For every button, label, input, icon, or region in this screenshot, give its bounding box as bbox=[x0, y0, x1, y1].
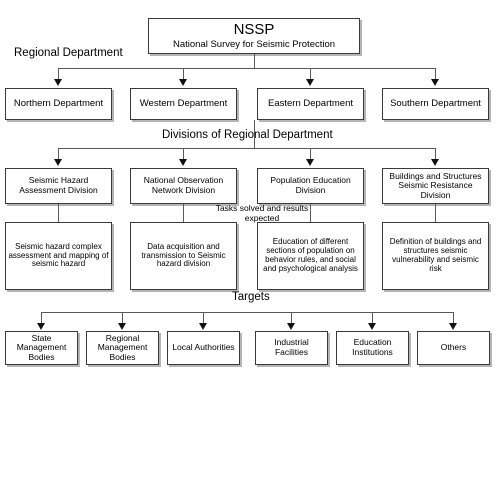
arrowhead-target-2 bbox=[118, 323, 126, 330]
department-node-western[interactable]: Western Department bbox=[130, 88, 237, 120]
org-chart-canvas: NSSP National Survey for Seismic Protect… bbox=[0, 0, 500, 500]
arrowhead-dept-3 bbox=[306, 79, 314, 86]
arrowhead-target-5 bbox=[368, 323, 376, 330]
target-label: Education Institutions bbox=[352, 337, 393, 357]
department-node-southern[interactable]: Southern Department bbox=[382, 88, 489, 120]
connector-targets-bus bbox=[41, 312, 454, 313]
root-subtitle: National Survey for Seismic Protection bbox=[172, 38, 336, 50]
target-node-industrial-facilities[interactable]: Industrial Facilities bbox=[255, 331, 328, 365]
task-label: Education of different sections of popul… bbox=[263, 237, 358, 273]
department-node-eastern[interactable]: Eastern Department bbox=[257, 88, 364, 120]
division-node-buildings-structures-seismic-resistance[interactable]: Buildings and Structures Seismic Resista… bbox=[382, 168, 489, 204]
connector-division-task-3 bbox=[310, 204, 311, 222]
department-node-northern[interactable]: Northern Department bbox=[5, 88, 112, 120]
division-node-national-observation-network[interactable]: National Observation Network Division bbox=[130, 168, 237, 204]
connector-divisions-bus bbox=[58, 148, 435, 149]
arrowhead-division-3 bbox=[306, 159, 314, 166]
division-label: Seismic Hazard Assessment Division bbox=[19, 175, 98, 195]
arrowhead-division-4 bbox=[431, 159, 439, 166]
target-label: Local Authorities bbox=[172, 342, 235, 353]
task-node-seismic-hazard-assessment[interactable]: Seismic hazard complex assessment and ma… bbox=[5, 222, 112, 290]
connector-division-task-2 bbox=[183, 204, 184, 222]
task-label: Data acquisition and transmission to Sei… bbox=[141, 241, 226, 269]
arrowhead-dept-1 bbox=[54, 79, 62, 86]
section-label-targets: Targets bbox=[232, 291, 270, 303]
target-node-local-authorities[interactable]: Local Authorities bbox=[167, 331, 240, 365]
target-label: State Management Bodies bbox=[16, 332, 67, 362]
division-label: Buildings and Structures Seismic Resista… bbox=[389, 170, 482, 200]
department-label: Eastern Department bbox=[267, 97, 353, 109]
arrowhead-division-2 bbox=[179, 159, 187, 166]
target-label: Industrial Facilities bbox=[274, 337, 309, 357]
task-label: Definition of buildings and structures s… bbox=[389, 237, 482, 273]
department-label: Southern Department bbox=[390, 97, 481, 109]
task-label: Seismic hazard complex assessment and ma… bbox=[8, 241, 109, 269]
task-node-data-acquisition[interactable]: Data acquisition and transmission to Sei… bbox=[130, 222, 237, 290]
section-label-divisions: Divisions of Regional Department bbox=[162, 129, 333, 141]
root-node-nssp[interactable]: NSSP National Survey for Seismic Protect… bbox=[148, 18, 360, 54]
department-label: Northern Department bbox=[13, 97, 104, 109]
arrowhead-dept-4 bbox=[431, 79, 439, 86]
arrowhead-dept-2 bbox=[179, 79, 187, 86]
task-node-population-education[interactable]: Education of different sections of popul… bbox=[257, 222, 364, 290]
division-label: Population Education Division bbox=[270, 175, 351, 195]
connector-regional-bus bbox=[58, 68, 435, 69]
arrowhead-target-6 bbox=[449, 323, 457, 330]
section-label-regional-department: Regional Department bbox=[14, 47, 123, 59]
task-node-vulnerability-definition[interactable]: Definition of buildings and structures s… bbox=[382, 222, 489, 290]
connector-division-task-4 bbox=[435, 204, 436, 222]
division-node-population-education[interactable]: Population Education Division bbox=[257, 168, 364, 204]
target-node-regional-management-bodies[interactable]: Regional Management Bodies bbox=[86, 331, 159, 365]
arrowhead-target-4 bbox=[287, 323, 295, 330]
connector-division-task-1 bbox=[58, 204, 59, 222]
section-label-tasks: Tasks solved and results expected bbox=[215, 203, 309, 223]
target-node-education-institutions[interactable]: Education Institutions bbox=[336, 331, 409, 365]
root-title: NSSP bbox=[233, 21, 275, 39]
arrowhead-target-1 bbox=[37, 323, 45, 330]
target-label: Regional Management Bodies bbox=[97, 332, 148, 362]
target-label: Others bbox=[440, 342, 467, 353]
arrowhead-division-1 bbox=[54, 159, 62, 166]
target-node-others[interactable]: Others bbox=[417, 331, 490, 365]
department-label: Western Department bbox=[139, 97, 228, 109]
target-node-state-management-bodies[interactable]: State Management Bodies bbox=[5, 331, 78, 365]
arrowhead-target-3 bbox=[199, 323, 207, 330]
division-label: National Observation Network Division bbox=[143, 175, 224, 195]
division-node-seismic-hazard-assessment[interactable]: Seismic Hazard Assessment Division bbox=[5, 168, 112, 204]
connector-root-stem bbox=[254, 54, 255, 68]
